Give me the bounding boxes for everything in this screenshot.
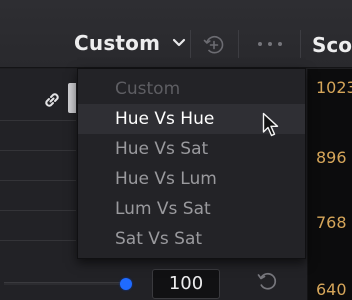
add-circle-icon[interactable] <box>203 34 225 56</box>
row-divider <box>0 210 76 211</box>
reset-icon[interactable] <box>256 270 278 292</box>
menu-item-hue-vs-lum[interactable]: Hue Vs Lum <box>78 164 305 194</box>
slider-thumb[interactable] <box>120 278 132 290</box>
row-divider <box>0 120 76 121</box>
curve-mode-dropdown[interactable]: Custom <box>74 26 186 60</box>
scopes-panel <box>307 69 352 300</box>
curve-mode-label: Custom <box>74 31 161 55</box>
row-divider <box>0 150 76 151</box>
chevron-down-icon <box>173 38 186 47</box>
curves-panel: Custom Scop 100 <box>0 0 352 300</box>
header-divider <box>238 30 239 58</box>
header-divider <box>190 30 191 58</box>
menu-item-lum-vs-sat[interactable]: Lum Vs Sat <box>78 194 305 224</box>
mouse-cursor-icon <box>262 112 279 137</box>
slider-track[interactable] <box>4 282 128 285</box>
link-icon[interactable] <box>42 90 62 110</box>
more-options-icon[interactable] <box>256 40 286 48</box>
curve-mode-menu: Custom Hue Vs Hue Hue Vs Sat Hue Vs Lum … <box>77 68 306 259</box>
header-divider <box>300 30 301 58</box>
panel-header: Custom Scop <box>0 0 352 68</box>
scope-value: 640 <box>316 280 347 299</box>
scope-value: 1023 <box>316 78 352 97</box>
menu-item-sat-vs-sat[interactable]: Sat Vs Sat <box>78 224 305 254</box>
scope-value: 896 <box>316 148 347 167</box>
value-field[interactable]: 100 <box>152 269 220 299</box>
channel-chip[interactable] <box>68 83 76 113</box>
menu-item-custom: Custom <box>115 79 181 99</box>
row-divider <box>0 240 76 241</box>
menu-item-hue-vs-sat[interactable]: Hue Vs Sat <box>78 134 305 164</box>
scopes-title: Scop <box>312 33 352 57</box>
row-divider <box>0 180 76 181</box>
scope-value: 768 <box>316 213 347 232</box>
